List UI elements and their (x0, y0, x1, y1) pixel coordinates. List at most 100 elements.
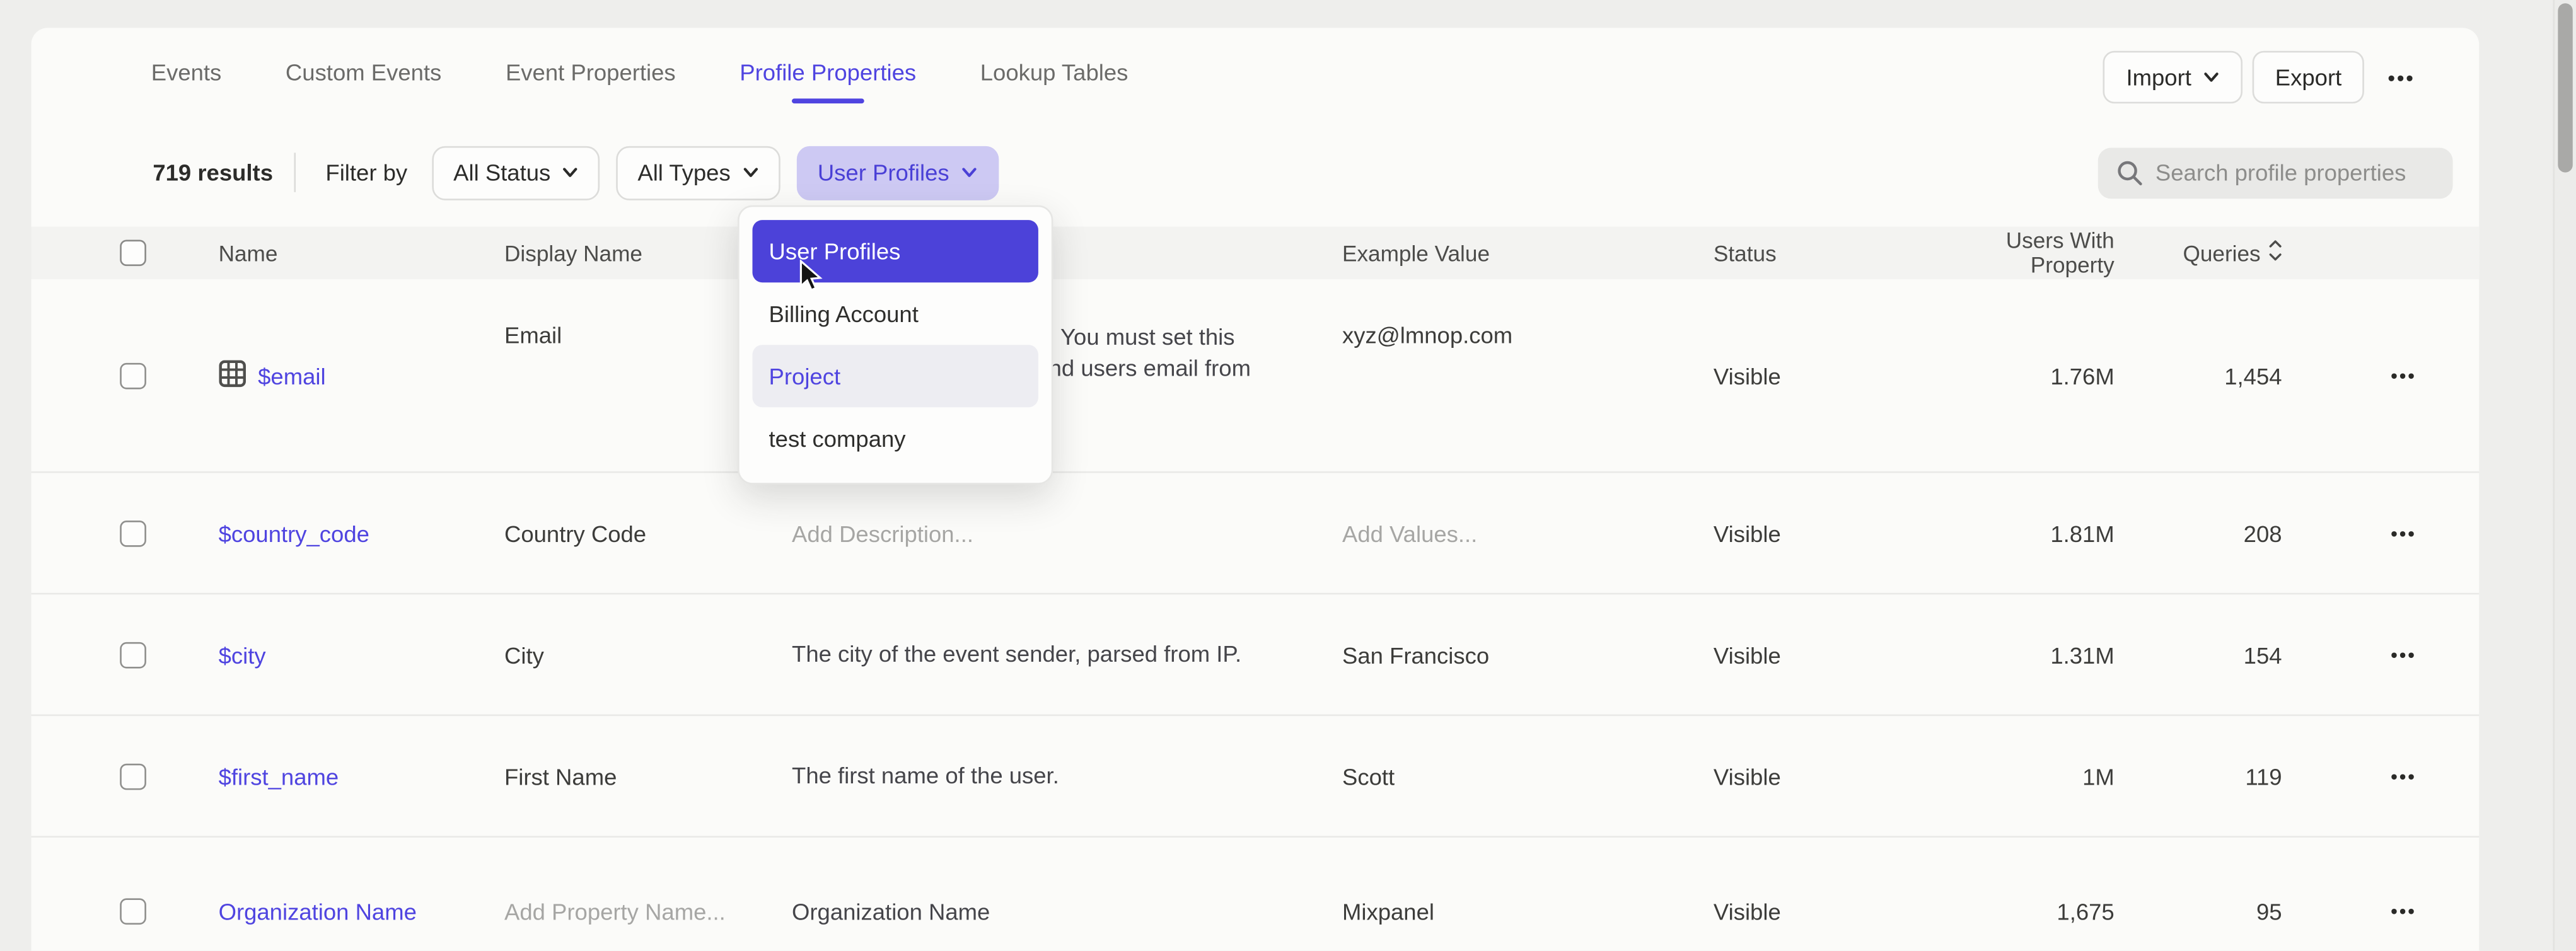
table-row: Organization Name Add Property Name... O… (32, 838, 2480, 951)
row-actions-button[interactable]: ••• (2345, 900, 2416, 923)
header-queries[interactable]: Queries (2183, 239, 2282, 266)
row-checkbox[interactable] (120, 898, 146, 925)
menu-item-project[interactable]: Project (752, 345, 1038, 407)
divider (294, 153, 296, 192)
scrollbar-thumb[interactable] (2558, 3, 2572, 172)
search-input[interactable] (2098, 147, 2453, 198)
search-icon (2116, 158, 2144, 194)
row-actions-button[interactable]: ••• (2345, 521, 2416, 544)
row-checkbox[interactable] (120, 763, 146, 789)
status-filter-label: All Status (453, 159, 550, 186)
row-actions-button[interactable]: ••• (2345, 643, 2416, 666)
example-value-cell[interactable]: Scott (1342, 763, 1714, 789)
table-row: $city City The city of the event sender,… (32, 594, 2480, 716)
display-name-cell[interactable]: Add Property Name... (504, 898, 792, 925)
profile-type-dropdown-menu: User Profiles Billing Account Project te… (738, 205, 1053, 485)
header-name: Name (219, 241, 504, 265)
import-button-label: Import (2126, 64, 2191, 91)
profile-type-filter-dropdown[interactable]: User Profiles (796, 146, 999, 200)
table-grid-icon (219, 359, 247, 391)
property-name-link[interactable]: $email (219, 359, 504, 391)
users-count: 1.81M (2050, 520, 2114, 546)
select-all-checkbox[interactable] (120, 239, 146, 266)
menu-item-user-profiles[interactable]: User Profiles (752, 220, 1038, 282)
row-checkbox[interactable] (120, 520, 146, 546)
table-row: $email Email The user's email address. Y… (32, 279, 2480, 473)
header-queries-label: Queries (2183, 241, 2260, 265)
property-name-label: Organization Name (219, 898, 417, 925)
queries-count: 95 (2256, 898, 2282, 925)
example-value-cell[interactable]: Mixpanel (1342, 898, 1714, 925)
display-name-cell[interactable]: First Name (504, 763, 792, 789)
content-card: Events Custom Events Event Properties Pr… (32, 28, 2480, 950)
queries-count: 1,454 (2224, 362, 2282, 389)
example-value-cell[interactable]: Add Values... (1342, 520, 1714, 546)
property-name-label: $email (258, 362, 325, 389)
table-row: $first_name First Name The first name of… (32, 716, 2480, 838)
tab-event-properties[interactable]: Event Properties (506, 59, 676, 86)
results-count: 719 results (153, 159, 273, 186)
queries-count: 208 (2244, 520, 2282, 546)
chevron-down-icon (2203, 69, 2219, 85)
users-count: 1,675 (2057, 898, 2114, 925)
property-name-label: $first_name (219, 763, 339, 789)
queries-count: 154 (2244, 642, 2282, 668)
table-row: $country_code Country Code Add Descripti… (32, 473, 2480, 594)
status-text: Visible (1714, 898, 1919, 925)
queries-count: 119 (2245, 763, 2282, 789)
chevron-down-icon (562, 164, 578, 181)
row-checkbox[interactable] (120, 362, 146, 389)
status-text: Visible (1714, 362, 1919, 389)
property-name-label: $city (219, 642, 266, 668)
row-checkbox[interactable] (120, 642, 146, 668)
import-button[interactable]: Import (2103, 51, 2242, 103)
tab-profile-properties[interactable]: Profile Properties (740, 59, 916, 86)
lexicon-page: Events Custom Events Event Properties Pr… (0, 0, 2576, 951)
property-name-label: $country_code (219, 520, 369, 546)
sort-icon (2269, 239, 2282, 266)
filter-bar: 719 results Filter by All Status All Typ… (32, 146, 2480, 199)
type-filter-dropdown[interactable]: All Types (616, 146, 779, 200)
example-value-cell[interactable]: xyz@lmnop.com (1342, 279, 1714, 348)
more-options-button[interactable]: ••• (2374, 52, 2428, 101)
users-count: 1M (2082, 763, 2115, 789)
profile-type-filter-label: User Profiles (818, 159, 949, 186)
search-box (2098, 147, 2453, 198)
status-filter-dropdown[interactable]: All Status (432, 146, 600, 200)
users-count: 1.76M (2050, 362, 2114, 389)
menu-item-billing-account[interactable]: Billing Account (752, 282, 1038, 345)
property-name-link[interactable]: Organization Name (219, 898, 504, 925)
header-example-value: Example Value (1342, 241, 1714, 265)
row-actions-button[interactable]: ••• (2345, 764, 2416, 787)
filter-by-label: Filter by (325, 159, 407, 186)
description-cell[interactable]: Organization Name (792, 896, 1288, 928)
example-value-cell[interactable]: San Francisco (1342, 642, 1714, 668)
status-text: Visible (1714, 642, 1919, 668)
display-name-cell[interactable]: Country Code (504, 520, 792, 546)
description-cell[interactable]: Add Description... (792, 520, 1342, 546)
display-name-cell[interactable]: City (504, 642, 792, 668)
chevron-down-icon (961, 164, 977, 181)
export-button[interactable]: Export (2252, 51, 2364, 103)
scrollbar-track[interactable] (2553, 0, 2576, 951)
header-users-with-property: Users With Property (1919, 228, 2115, 277)
status-text: Visible (1714, 763, 1919, 789)
toolbar-actions: Import Export ••• (2103, 52, 2428, 101)
users-count: 1.31M (2050, 642, 2114, 668)
property-name-link[interactable]: $first_name (219, 763, 504, 789)
type-filter-label: All Types (637, 159, 730, 186)
status-text: Visible (1714, 520, 1919, 546)
property-name-link[interactable]: $city (219, 642, 504, 668)
mouse-cursor (798, 260, 823, 303)
property-name-link[interactable]: $country_code (219, 520, 504, 546)
tab-lookup-tables[interactable]: Lookup Tables (980, 59, 1128, 86)
description-cell[interactable]: The first name of the user. (792, 761, 1288, 792)
header-status: Status (1714, 241, 1919, 265)
table-header-row: Name Display Name Description Example Va… (32, 227, 2480, 279)
menu-item-test-company[interactable]: test company (752, 407, 1038, 470)
tab-events[interactable]: Events (151, 59, 222, 86)
row-actions-button[interactable]: ••• (2345, 364, 2416, 386)
chevron-down-icon (742, 164, 758, 181)
tab-custom-events[interactable]: Custom Events (286, 59, 441, 86)
description-cell[interactable]: The city of the event sender, parsed fro… (792, 639, 1288, 671)
